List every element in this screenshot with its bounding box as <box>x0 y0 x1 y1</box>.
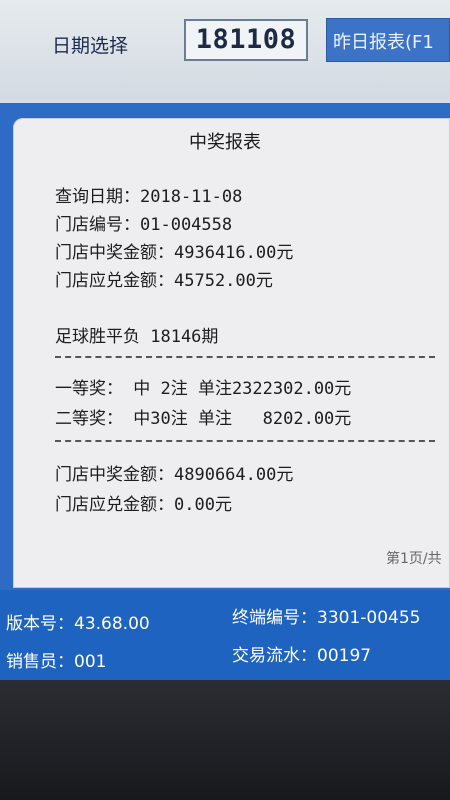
second-prize-row: 二等奖： 中30注 单注 8202.00元 <box>55 409 352 429</box>
seller-id: 销售员：001 <box>6 652 107 672</box>
page-indicator: 第1页/共 <box>386 551 442 567</box>
divider <box>55 440 435 442</box>
total-payable-amount: 门店应兑金额：0.00元 <box>55 495 232 515</box>
screen-bezel <box>0 680 450 800</box>
date-input[interactable]: 181108 <box>184 19 308 61</box>
first-prize-row: 一等奖： 中 2注 单注2322302.00元 <box>55 379 352 399</box>
transaction-number: 交易流水：00197 <box>232 646 372 666</box>
query-date: 查询日期：2018-11-08 <box>55 187 243 207</box>
store-payable-amount: 门店应兑金额：45752.00元 <box>55 271 273 291</box>
store-prize-amount: 门店中奖金额：4936416.00元 <box>55 243 294 263</box>
report-title: 中奖报表 <box>189 132 261 153</box>
yesterday-report-button[interactable]: 昨日报表(F1 <box>326 18 450 62</box>
terminal-id: 终端编号：3301-00455 <box>232 608 421 628</box>
store-id: 门店编号：01-004558 <box>55 215 233 235</box>
date-select-label: 日期选择 <box>52 35 129 57</box>
total-prize-amount: 门店中奖金额：4890664.00元 <box>55 465 294 485</box>
version-info: 版本号：43.68.00 <box>6 614 150 634</box>
game-name: 足球胜平负 18146期 <box>55 327 219 347</box>
divider <box>55 356 435 358</box>
